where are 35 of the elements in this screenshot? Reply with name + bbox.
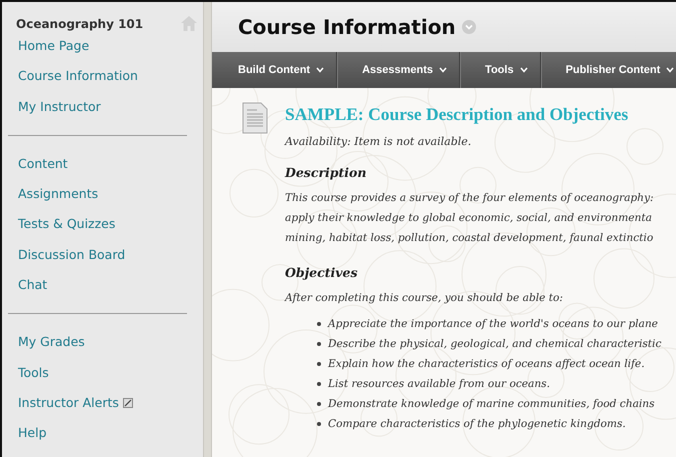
menu-link[interactable]: Tests & Quizzes (18, 209, 203, 240)
list-item: Explain how the characteristics of oceans affect ocean life. (328, 357, 645, 372)
sidebar-splitter[interactable] (203, 2, 212, 457)
section-heading: Description (285, 165, 368, 180)
chevron-icon[interactable] (462, 20, 476, 34)
page-title: Course Information (238, 15, 456, 39)
menu-link[interactable]: Help (18, 418, 203, 449)
body-text: apply their knowledge to global economic, social, and environmenta (285, 211, 653, 226)
menu-link[interactable]: Instructor Alerts (18, 388, 203, 418)
menu-link[interactable]: My Instructor (18, 92, 203, 122)
list-item: List resources available from our oceans. (328, 377, 550, 392)
menu-link[interactable]: Course Information (18, 61, 203, 92)
section-heading: Objectives (285, 265, 358, 280)
body-text: mining, habitat loss, pollution, coastal development, faunal extinctio (285, 231, 654, 246)
availability-text: Availability: Item is not available. (285, 135, 472, 148)
list-item: Appreciate the importance of the world's oceans to our plane (328, 317, 658, 332)
list-item: Describe the physical, geological, and chemical characteristic (328, 337, 662, 352)
menu-link[interactable]: Content (18, 148, 203, 180)
caret-icon (520, 67, 528, 73)
menu-link[interactable]: Chat (18, 270, 203, 300)
body-text: This course provides a survey of the four elements of oceanography: (285, 191, 655, 206)
caret-icon (439, 67, 448, 73)
menu-link[interactable]: Discussion Board (18, 240, 203, 270)
list-item: Compare characteristics of the phylogenetic kingdoms. (328, 417, 626, 432)
menu-link[interactable]: Assignments (18, 179, 203, 210)
menu-link[interactable]: Home Page (18, 31, 203, 62)
menu-link[interactable]: My Grades (18, 327, 203, 358)
caret-icon (316, 67, 324, 73)
body-text: After completing this course, you should be able to: (285, 291, 564, 306)
caret-icon (666, 67, 674, 73)
list-item: Demonstrate knowledge of marine communities, food chains (328, 397, 655, 412)
course-title: Oceanography 101 (16, 16, 144, 30)
external-link-icon (122, 398, 133, 408)
item-title-link[interactable]: SAMPLE: Course Description and Objectives (285, 104, 662, 125)
menu-link[interactable]: Tools (18, 358, 203, 388)
